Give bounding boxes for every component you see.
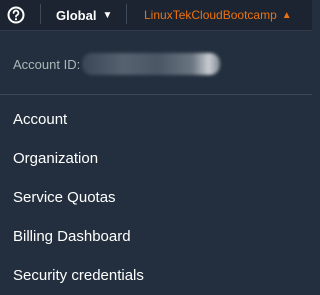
menu-item-label: Security credentials xyxy=(13,267,144,284)
menu-item-organization[interactable]: Organization xyxy=(0,139,312,178)
top-navigation-bar: Global ▼ LinuxTekCloudBootcamp ▲ xyxy=(0,0,312,31)
region-selector[interactable]: Global ▼ xyxy=(56,6,112,24)
menu-item-service-quotas[interactable]: Service Quotas xyxy=(0,178,312,217)
redacted-account-id xyxy=(82,53,221,75)
divider xyxy=(40,4,41,24)
menu-item-security-credentials[interactable]: Security credentials xyxy=(0,256,312,295)
account-menu-button[interactable]: LinuxTekCloudBootcamp ▲ xyxy=(144,6,292,24)
menu-item-label: Service Quotas xyxy=(13,189,116,206)
caret-up-icon: ▲ xyxy=(281,9,292,21)
question-circle-icon xyxy=(7,6,25,24)
account-id-label: Account ID: xyxy=(13,56,81,72)
divider xyxy=(126,4,127,24)
menu-item-label: Account xyxy=(13,111,68,128)
account-name: LinuxTekCloudBootcamp xyxy=(144,8,277,22)
caret-down-icon: ▼ xyxy=(102,9,113,21)
menu-item-billing-dashboard[interactable]: Billing Dashboard xyxy=(0,217,312,256)
menu-item-label: Billing Dashboard xyxy=(13,228,131,245)
help-button[interactable] xyxy=(6,5,26,25)
region-label: Global xyxy=(56,7,97,23)
menu-divider xyxy=(0,94,312,95)
account-id-row: Account ID: xyxy=(13,51,221,77)
menu-item-label: Organization xyxy=(13,150,99,167)
account-dropdown-menu: Account Organization Service Quotas Bill… xyxy=(0,100,312,295)
menu-item-account[interactable]: Account xyxy=(0,100,312,139)
